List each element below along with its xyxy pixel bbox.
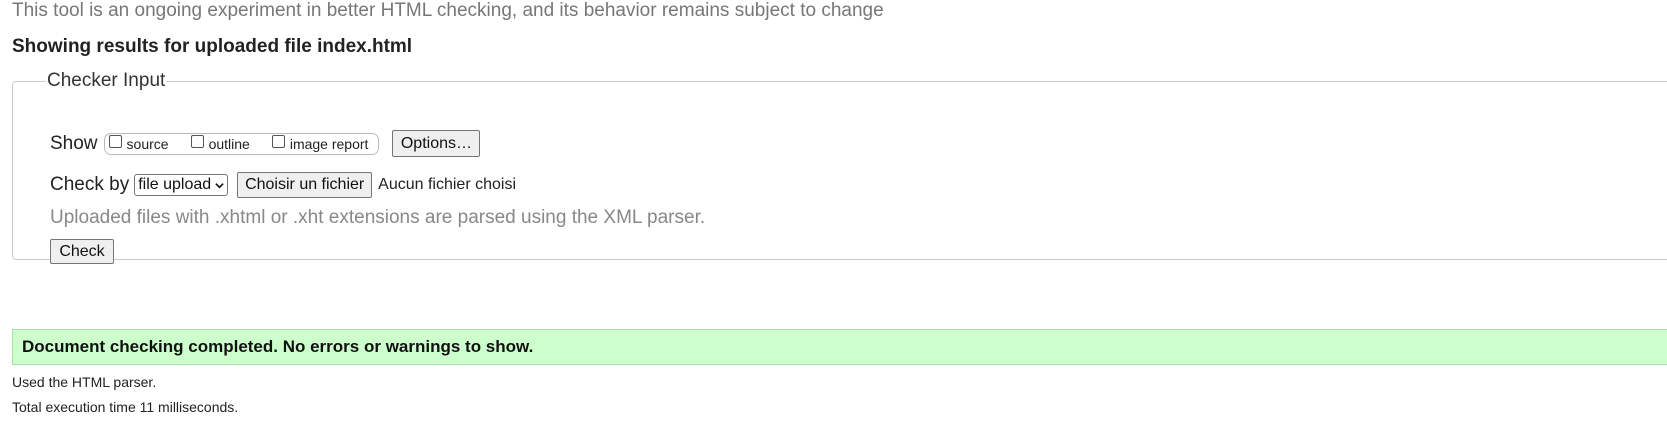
- show-image-report-checkbox[interactable]: image report: [271, 135, 369, 152]
- checker-input-legend: Checker Input: [47, 70, 166, 91]
- checkbox-outline-box[interactable]: [190, 135, 204, 148]
- success-message: Document checking completed. No errors o…: [12, 329, 1667, 365]
- choose-file-button[interactable]: Choisir un fichier: [237, 172, 373, 198]
- upload-note: Uploaded files with .xhtml or .xht exten…: [50, 207, 706, 228]
- checker-input-fieldset: Checker Input Show source outline image …: [12, 70, 1667, 264]
- checkbox-outline-label: outline: [208, 135, 250, 152]
- checkbox-source-label: source: [126, 135, 169, 152]
- show-options-group: source outline image report: [103, 132, 380, 155]
- check-by-selected-value: file upload: [138, 176, 212, 193]
- show-source-checkbox[interactable]: source: [108, 135, 169, 152]
- check-button-row: Check: [50, 239, 114, 264]
- show-outline-checkbox[interactable]: outline: [190, 135, 250, 152]
- parser-note: Used the HTML parser.: [12, 374, 157, 390]
- intro-text: This tool is an ongoing experiment in be…: [12, 0, 884, 21]
- check-button[interactable]: Check: [50, 239, 114, 264]
- check-by-select[interactable]: file upload: [134, 174, 229, 196]
- execution-time: Total execution time 11 milliseconds.: [12, 399, 239, 415]
- show-label: Show: [50, 132, 98, 154]
- no-file-chosen-text: Aucun fichier choisi: [378, 176, 516, 193]
- checkbox-source-box[interactable]: [108, 135, 122, 148]
- checkbox-image-report-box[interactable]: [271, 135, 285, 148]
- chevron-down-icon: [215, 182, 224, 188]
- results-heading: Showing results for uploaded file index.…: [12, 36, 413, 57]
- checkbox-image-report-label: image report: [289, 135, 369, 152]
- check-by-row: Check by file upload Choisir un fichier …: [50, 172, 516, 198]
- check-by-label: Check by: [50, 174, 130, 195]
- show-row: Show source outline image report Options…: [50, 130, 481, 157]
- options-button[interactable]: Options…: [392, 130, 481, 157]
